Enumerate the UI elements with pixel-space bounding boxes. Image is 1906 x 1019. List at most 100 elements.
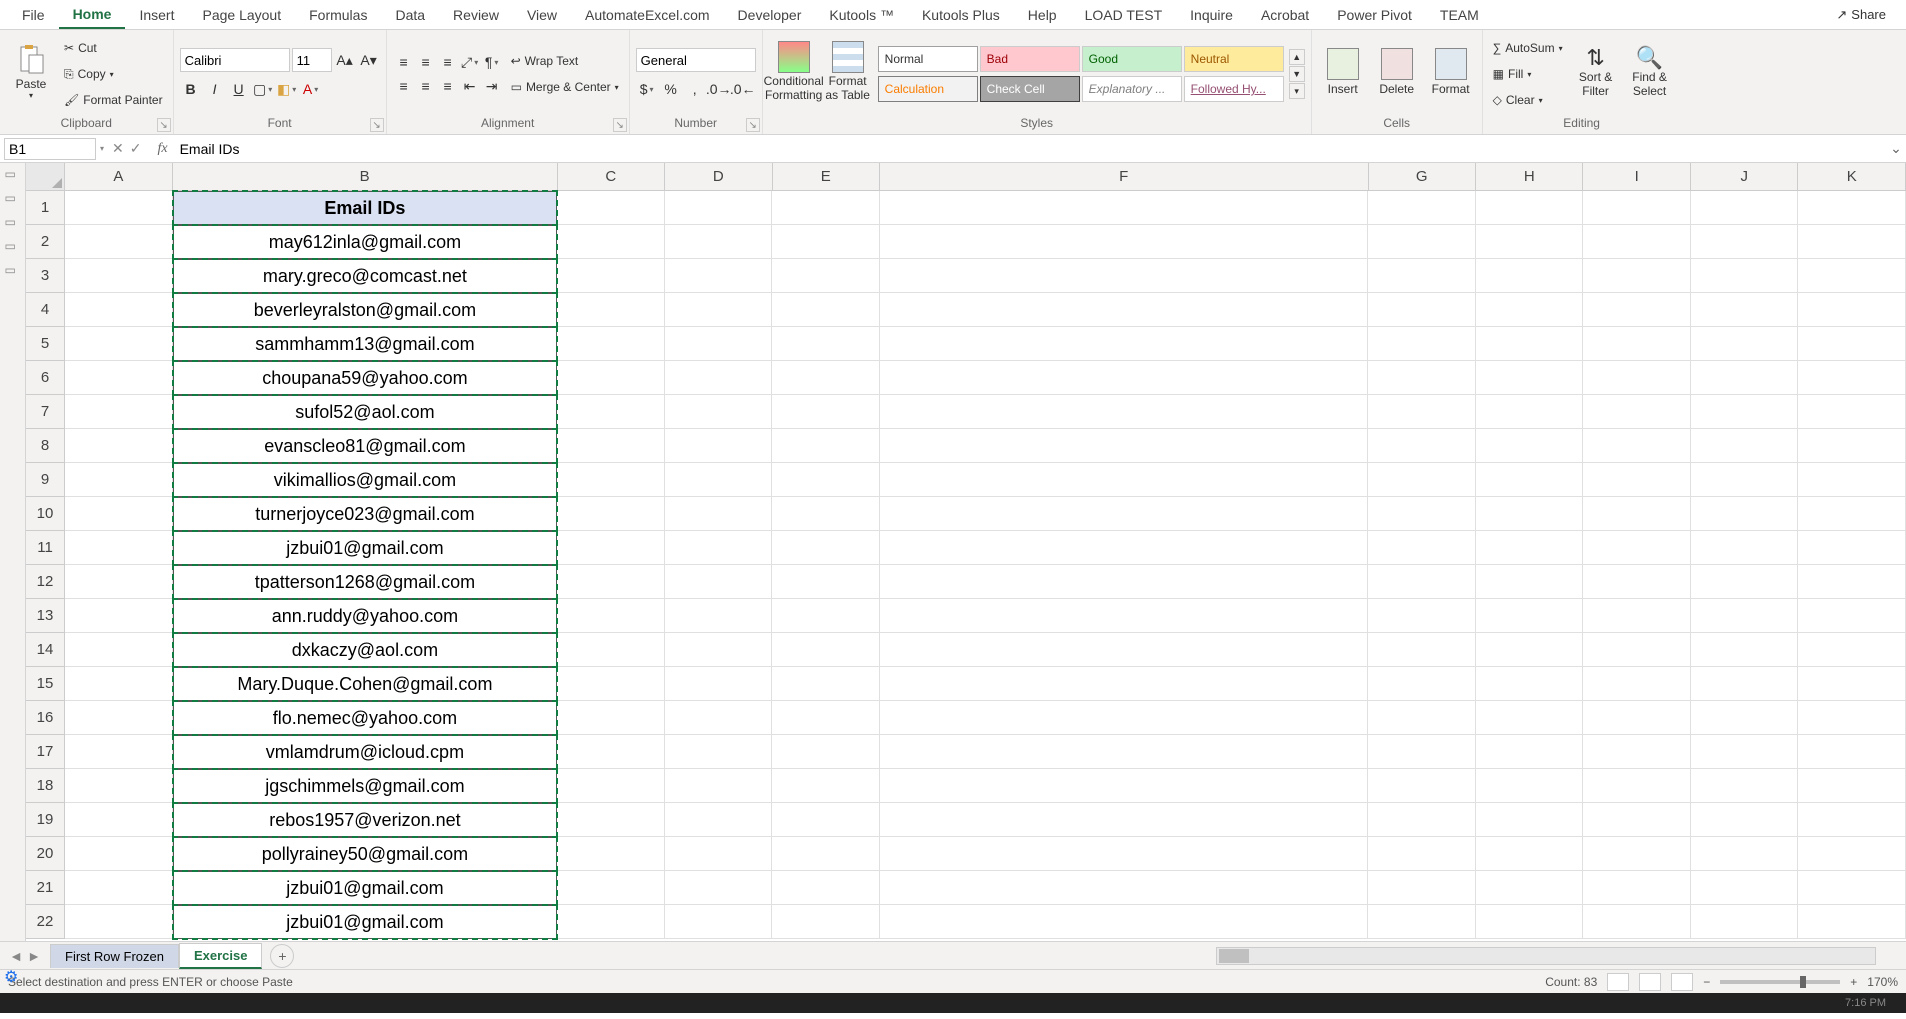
cell-H7[interactable] [1476, 395, 1584, 429]
cell-G8[interactable] [1368, 429, 1476, 463]
fill-button[interactable]: ▦Fill▾ [1489, 62, 1567, 86]
cell-C22[interactable] [557, 905, 665, 939]
merge-center-button[interactable]: ▭Merge & Center▾ [507, 75, 623, 99]
cell-K19[interactable] [1798, 803, 1906, 837]
cell-G17[interactable] [1368, 735, 1476, 769]
cell-I20[interactable] [1583, 837, 1691, 871]
italic-button[interactable]: I [204, 78, 226, 100]
cell-A15[interactable] [65, 667, 173, 701]
cell-I5[interactable] [1583, 327, 1691, 361]
col-header-k[interactable]: K [1798, 163, 1905, 190]
cell-D20[interactable] [665, 837, 773, 871]
col-header-a[interactable]: A [65, 163, 172, 190]
cell-H11[interactable] [1476, 531, 1584, 565]
tab-power-pivot[interactable]: Power Pivot [1323, 2, 1426, 28]
tab-review[interactable]: Review [439, 2, 513, 28]
cell-A9[interactable] [65, 463, 173, 497]
cell-I16[interactable] [1583, 701, 1691, 735]
cell-D9[interactable] [665, 463, 773, 497]
cell-K12[interactable] [1798, 565, 1906, 599]
cell-J22[interactable] [1691, 905, 1799, 939]
align-center-button[interactable]: ≡ [415, 75, 437, 97]
cell-B20[interactable]: pollyrainey50@gmail.com [173, 837, 558, 871]
row-header-13[interactable]: 13 [26, 599, 65, 633]
cell-J4[interactable] [1691, 293, 1799, 327]
increase-indent-button[interactable]: ⇥ [481, 75, 503, 97]
cell-D8[interactable] [665, 429, 773, 463]
cell-F15[interactable] [880, 667, 1368, 701]
cell-J16[interactable] [1691, 701, 1799, 735]
decrease-decimal-button[interactable]: .0← [732, 78, 754, 100]
cell-G13[interactable] [1368, 599, 1476, 633]
cell-J9[interactable] [1691, 463, 1799, 497]
cell-E18[interactable] [772, 769, 880, 803]
cell-F6[interactable] [880, 361, 1368, 395]
cell-F9[interactable] [880, 463, 1368, 497]
cell-B3[interactable]: mary.greco@comcast.net [173, 259, 558, 293]
cell-I18[interactable] [1583, 769, 1691, 803]
cell-K22[interactable] [1798, 905, 1906, 939]
cell-J1[interactable] [1691, 191, 1799, 225]
cell-H15[interactable] [1476, 667, 1584, 701]
cell-G3[interactable] [1368, 259, 1476, 293]
style-calculation[interactable]: Calculation [878, 76, 978, 102]
tab-help[interactable]: Help [1014, 2, 1071, 28]
row-header-4[interactable]: 4 [26, 293, 65, 327]
cell-G18[interactable] [1368, 769, 1476, 803]
cell-B14[interactable]: dxkaczy@aol.com [173, 633, 558, 667]
cell-F1[interactable] [880, 191, 1368, 225]
align-bottom-button[interactable]: ≡ [437, 51, 459, 73]
insert-cells-button[interactable]: Insert [1318, 34, 1368, 109]
row-header-15[interactable]: 15 [26, 667, 65, 701]
row-header-12[interactable]: 12 [26, 565, 65, 599]
cell-K14[interactable] [1798, 633, 1906, 667]
cell-J2[interactable] [1691, 225, 1799, 259]
cell-I4[interactable] [1583, 293, 1691, 327]
cell-D16[interactable] [665, 701, 773, 735]
cell-K1[interactable] [1798, 191, 1906, 225]
cell-H12[interactable] [1476, 565, 1584, 599]
cell-D11[interactable] [665, 531, 773, 565]
cell-E16[interactable] [772, 701, 880, 735]
cell-J8[interactable] [1691, 429, 1799, 463]
cell-C10[interactable] [557, 497, 665, 531]
tab-data[interactable]: Data [381, 2, 439, 28]
cell-H10[interactable] [1476, 497, 1584, 531]
cell-A5[interactable] [65, 327, 173, 361]
cell-C20[interactable] [557, 837, 665, 871]
cell-H8[interactable] [1476, 429, 1584, 463]
col-header-e[interactable]: E [773, 163, 880, 190]
cell-C11[interactable] [557, 531, 665, 565]
cell-F10[interactable] [880, 497, 1368, 531]
cell-G21[interactable] [1368, 871, 1476, 905]
cell-E5[interactable] [772, 327, 880, 361]
cell-B6[interactable]: choupana59@yahoo.com [173, 361, 558, 395]
row-header-11[interactable]: 11 [26, 531, 65, 565]
cell-K21[interactable] [1798, 871, 1906, 905]
add-sheet-button[interactable]: + [270, 944, 294, 968]
cell-C5[interactable] [557, 327, 665, 361]
cell-D18[interactable] [665, 769, 773, 803]
format-painter-button[interactable]: 🖌Format Painter [60, 88, 167, 112]
cell-D6[interactable] [665, 361, 773, 395]
cell-B15[interactable]: Mary.Duque.Cohen@gmail.com [173, 667, 558, 701]
row-header-5[interactable]: 5 [26, 327, 65, 361]
cell-D15[interactable] [665, 667, 773, 701]
tab-formulas[interactable]: Formulas [295, 2, 381, 28]
cell-I11[interactable] [1583, 531, 1691, 565]
cell-G14[interactable] [1368, 633, 1476, 667]
cell-I12[interactable] [1583, 565, 1691, 599]
cell-E11[interactable] [772, 531, 880, 565]
cell-B1[interactable]: Email IDs [173, 191, 558, 225]
style-good[interactable]: Good [1082, 46, 1182, 72]
font-size-select[interactable] [292, 48, 332, 72]
cell-J17[interactable] [1691, 735, 1799, 769]
cell-J14[interactable] [1691, 633, 1799, 667]
cell-F14[interactable] [880, 633, 1368, 667]
cut-button[interactable]: ✂Cut [60, 36, 167, 60]
tab-file[interactable]: File [8, 2, 59, 28]
cell-K15[interactable] [1798, 667, 1906, 701]
col-header-f[interactable]: F [880, 163, 1369, 190]
zoom-out-button[interactable]: − [1703, 975, 1710, 989]
cell-F20[interactable] [880, 837, 1368, 871]
